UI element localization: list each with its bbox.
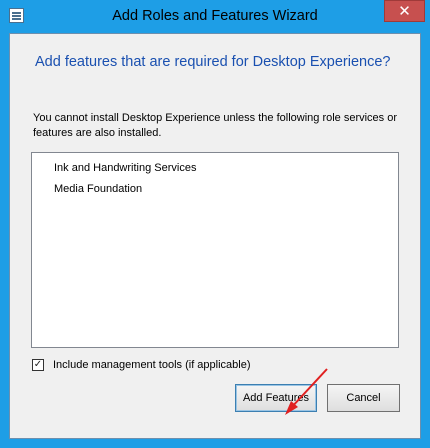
window-title: Add Roles and Features Wizard [112, 8, 318, 24]
required-features-list[interactable]: Ink and Handwriting Services Media Found… [31, 152, 399, 348]
title-bar[interactable]: Add Roles and Features Wizard ✕ [0, 0, 430, 33]
dialog-heading: Add features that are required for Deskt… [35, 54, 391, 70]
wizard-window: Add Roles and Features Wizard ✕ Add feat… [0, 0, 430, 448]
include-management-tools-label[interactable]: Include management tools (if applicable) [53, 358, 251, 372]
checkmark-icon: ✓ [33, 359, 43, 370]
close-button[interactable]: ✕ [384, 0, 425, 22]
red-arrow-icon [285, 368, 328, 415]
dialog-message: You cannot install Desktop Experience un… [33, 112, 398, 139]
arrow-shaft [289, 368, 328, 410]
include-management-tools-checkbox[interactable]: ✓ [32, 359, 44, 371]
dialog-body: Add features that are required for Deskt… [9, 33, 421, 439]
close-icon: ✕ [398, 3, 411, 20]
list-item[interactable]: Media Foundation [54, 183, 142, 195]
list-item[interactable]: Ink and Handwriting Services [54, 162, 196, 174]
